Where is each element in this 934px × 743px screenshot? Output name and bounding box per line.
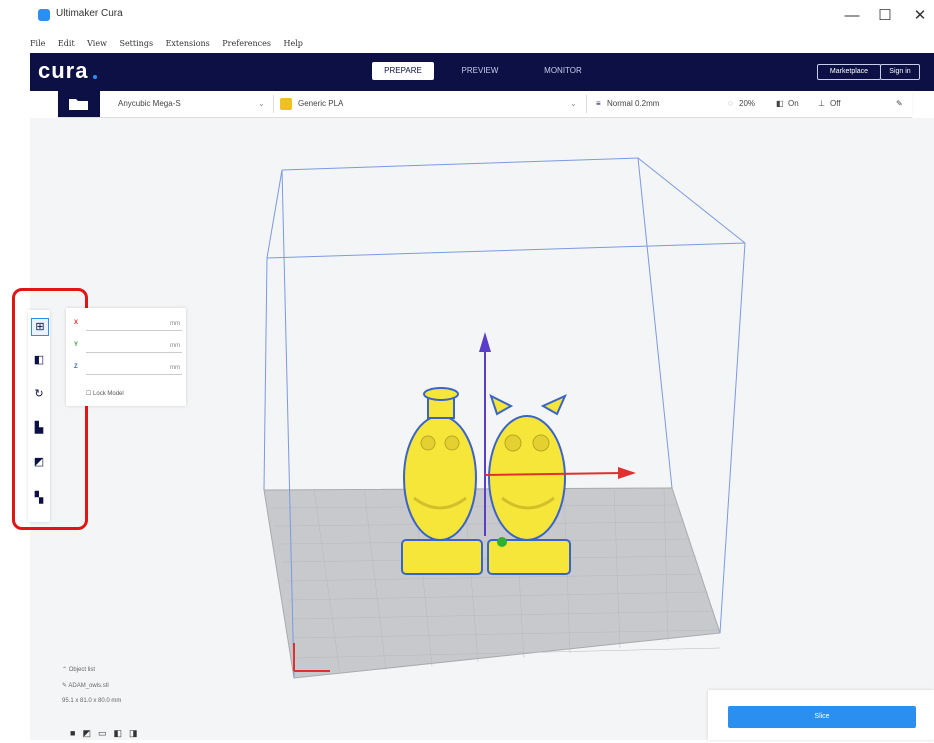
z-position-row: Z mm [74, 364, 186, 376]
chevron-down-icon: ⌄ [570, 99, 577, 108]
object-list-toggle[interactable]: ⌃ Object list [62, 666, 182, 682]
file-name-row: ✎ ADAM_owls.stl [62, 682, 182, 698]
owl-model-right[interactable] [487, 394, 571, 575]
view-3d-icon[interactable]: ■ [70, 728, 82, 738]
close-button[interactable]: ✕ [910, 6, 930, 26]
adhesion-icon: ⊥ [818, 99, 825, 108]
move-tool-panel: X mm Y mm Z mm ☐ Lock Model [66, 308, 186, 406]
lock-model-checkbox[interactable]: ☐ Lock Model [86, 390, 124, 397]
object-info: ⌃ Object list ✎ ADAM_owls.stl 95.1 x 81.… [62, 666, 182, 714]
infill-icon: ◌ [728, 99, 733, 108]
menu-preferences[interactable]: Preferences [222, 39, 271, 48]
printer-selector[interactable]: Anycubic Mega-S [118, 99, 181, 108]
cura-app-icon [38, 9, 50, 21]
config-bar: Anycubic Mega-S ⌄ Generic PLA ⌄ ≡ Normal… [58, 91, 912, 118]
cura-logo: cura [38, 58, 89, 83]
view-left-icon[interactable]: ◧ [113, 728, 129, 738]
slice-button[interactable]: Slice [728, 706, 916, 728]
material-selector[interactable]: Generic PLA [298, 99, 343, 108]
window-titlebar: Ultimaker Cura — ☐ ✕ [30, 0, 934, 32]
menu-help[interactable]: Help [283, 39, 302, 48]
action-panel: Slice [708, 690, 934, 740]
owl-model-left[interactable] [401, 387, 483, 575]
menu-bar: File Edit View Settings Extensions Prefe… [30, 38, 313, 52]
view-orientation-controls: ■◩▭◧◨ [70, 728, 145, 739]
open-file-button[interactable] [58, 91, 100, 117]
sign-in-button[interactable]: Sign in [880, 64, 920, 80]
app-header: cura PREPARE PREVIEW MONITOR Marketplace… [30, 53, 934, 91]
chevron-down-icon: ⌄ [258, 99, 265, 108]
y-position-input[interactable]: mm [86, 342, 182, 353]
tab-monitor[interactable]: MONITOR [532, 62, 594, 80]
checkbox-icon: ☐ [86, 391, 94, 397]
build-volume-scene [263, 157, 746, 679]
object-list-label: Object list [68, 667, 96, 673]
model-dimensions: 95.1 x 81.0 x 80.0 mm [62, 698, 122, 704]
x-position-input[interactable]: mm [86, 320, 182, 331]
move-y-handle[interactable] [497, 537, 507, 547]
x-position-row: X mm [74, 320, 186, 332]
move-x-arrow[interactable] [618, 467, 636, 479]
file-name[interactable]: ADAM_owls.stl [68, 683, 108, 689]
y-axis-label: Y [74, 342, 79, 348]
view-right-icon[interactable]: ◨ [129, 728, 145, 738]
tab-preview[interactable]: PREVIEW [450, 62, 510, 80]
support-value[interactable]: On [788, 99, 799, 108]
z-axis-label: Z [74, 364, 78, 370]
material-color-swatch [280, 98, 292, 110]
3d-viewport[interactable] [30, 118, 934, 740]
logo-dot [93, 75, 97, 79]
divider [273, 95, 274, 113]
profile-icon: ≡ [596, 99, 601, 108]
view-front-icon[interactable]: ◩ [82, 728, 98, 738]
menu-extensions[interactable]: Extensions [166, 39, 210, 48]
support-icon: ◧ [776, 99, 784, 108]
profile-selector[interactable]: Normal 0.2mm [607, 99, 659, 108]
folder-icon [69, 99, 88, 110]
menu-edit[interactable]: Edit [58, 39, 75, 48]
infill-value[interactable]: 20% [739, 99, 755, 108]
adhesion-value[interactable]: Off [830, 99, 841, 108]
x-axis-label: X [74, 320, 79, 326]
marketplace-button[interactable]: Marketplace [817, 64, 881, 80]
z-position-input[interactable]: mm [86, 364, 182, 375]
menu-settings[interactable]: Settings [119, 39, 153, 48]
divider [586, 95, 587, 113]
window-title: Ultimaker Cura [56, 8, 123, 19]
move-z-arrow[interactable] [479, 332, 491, 352]
edit-settings-icon[interactable]: ✎ [896, 99, 903, 108]
view-top-icon[interactable]: ▭ [98, 728, 114, 738]
maximize-button[interactable]: ☐ [875, 6, 895, 26]
tab-prepare[interactable]: PREPARE [372, 62, 434, 80]
menu-file[interactable]: File [30, 39, 45, 48]
y-position-row: Y mm [74, 342, 186, 354]
minimize-button[interactable]: — [842, 6, 862, 26]
lock-model-label: Lock Model [93, 391, 124, 397]
chevron-up-icon: ⌃ [62, 667, 69, 673]
menu-view[interactable]: View [87, 39, 107, 48]
